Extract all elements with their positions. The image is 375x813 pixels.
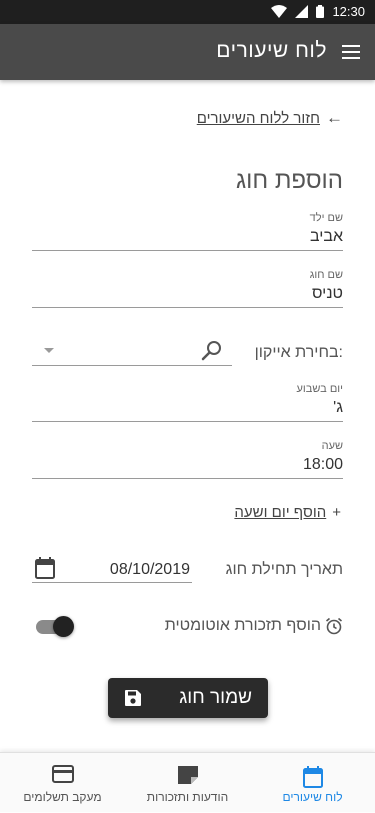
nav-label-messages: הודעות ותזכורות [146, 790, 229, 804]
calendar-icon[interactable] [34, 556, 56, 580]
start-date-row: תאריך תחילת חוג 08/10/2019 [32, 555, 343, 585]
start-date-field[interactable]: 08/10/2019 [32, 555, 192, 583]
wifi-icon [271, 5, 288, 18]
nav-label-schedule: לוח שיעורים [282, 790, 343, 804]
time-value: 18:00 [302, 456, 343, 473]
child-name-value: אביב [309, 228, 343, 245]
battery-icon [316, 5, 325, 18]
weekday-field[interactable]: יום בשבוע ג' [32, 383, 343, 422]
reminder-label-group: הוסף תזכורת אוטומטית [165, 617, 343, 635]
back-link-label: חזור ללוח השיעורים [196, 109, 320, 127]
child-name-label: שם ילד [309, 212, 343, 224]
icon-choice-label: בחירת אייקון: [254, 344, 343, 361]
bottom-navigation: לוח שיעורים הודעות ותזכורות מעקב תשלומים [0, 752, 375, 812]
toggle-thumb [53, 616, 74, 637]
class-name-field[interactable]: שם חוג טניס [32, 269, 343, 308]
app-bar: לוח שיעורים [0, 24, 375, 80]
class-name-label: שם חוג [309, 269, 343, 281]
back-to-schedule-link[interactable]: ← חזור ללוח השיעורים [197, 108, 343, 128]
start-date-label: תאריך תחילת חוג [225, 561, 343, 578]
arrow-left-icon: ← [326, 108, 343, 127]
save-button-label: שמור חוג [179, 687, 252, 708]
start-date-value: 08/10/2019 [109, 561, 190, 578]
status-time: 12:30 [332, 4, 365, 19]
weekday-label: יום בשבוע [296, 383, 343, 395]
credit-card-icon [51, 765, 74, 783]
add-day-time-label: הוסף יום ושעה [234, 504, 327, 521]
nav-item-messages[interactable]: הודעות ותזכורות [125, 753, 250, 813]
page-title: הוספת חוג [235, 167, 343, 194]
weekday-value: ג' [333, 399, 343, 416]
save-icon [125, 690, 141, 706]
app-title: לוח שיעורים [216, 39, 327, 62]
icon-choice-row: בחירת אייקון: [32, 338, 343, 368]
reminder-row: הוסף תזכורת אוטומטית [32, 614, 343, 638]
chevron-down-icon [44, 348, 54, 353]
nav-label-payments: מעקב תשלומים [23, 790, 102, 804]
icon-select-dropdown[interactable] [32, 338, 232, 366]
nav-item-schedule[interactable]: לוח שיעורים [250, 753, 375, 813]
plus-icon: + [332, 504, 341, 521]
reminder-toggle[interactable] [34, 616, 74, 637]
nav-item-payments[interactable]: מעקב תשלומים [0, 753, 125, 813]
class-name-value: טניס [312, 285, 343, 302]
main-content: ← חזור ללוח השיעורים הוספת חוג שם ילד אב… [0, 80, 375, 752]
add-day-time-link[interactable]: + הוסף יום ושעה [234, 504, 341, 521]
signal-icon [295, 5, 309, 18]
alarm-clock-icon [325, 617, 343, 635]
save-class-button[interactable]: שמור חוג [108, 678, 268, 718]
note-icon [177, 766, 198, 784]
menu-icon[interactable] [341, 43, 361, 61]
calendar-icon [302, 766, 323, 788]
time-field[interactable]: שעה 18:00 [32, 440, 343, 479]
search-icon [201, 341, 221, 361]
status-bar: 12:30 [0, 0, 375, 24]
child-name-field[interactable]: שם ילד אביב [32, 212, 343, 251]
reminder-label: הוסף תזכורת אוטומטית [164, 617, 321, 634]
time-label: שעה [321, 440, 343, 452]
